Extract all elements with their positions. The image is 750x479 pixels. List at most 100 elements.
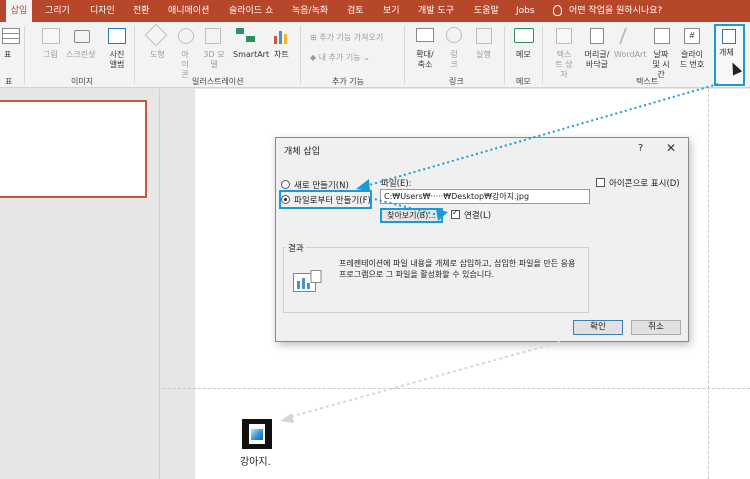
slide-thumbnail-pane [0,89,160,479]
separator [542,26,543,84]
header-footer-button[interactable]: 머리글/바닥글 [582,50,612,70]
chart-button[interactable]: 차트 [274,50,289,60]
table-button[interactable]: 표 [4,50,11,60]
wordart-icon [619,28,641,44]
my-addins-button[interactable]: ◆ 내 추가 기능 ⌄ [310,52,370,63]
link-checkbox[interactable] [451,208,460,219]
file-path-input[interactable]: C:₩Users₩·····₩Desktop₩강아지.jpg [380,189,590,204]
icons-icon [178,28,194,44]
tab-draw[interactable]: 그리기 [45,0,70,22]
table-icon [2,28,20,44]
tab-review[interactable]: 검토 [347,0,364,22]
tab-recording[interactable]: 녹음/녹화 [292,0,328,22]
tab-help[interactable]: 도움말 [474,0,499,22]
header-footer-icon [590,28,604,44]
action-star-icon [476,28,492,44]
wordart-button[interactable]: WordArt [614,50,646,60]
ribbon-insert: 표 표 그림 스크린샷 사진 앨범 이미지 도형 아이콘 3D 모델 Smart… [0,22,750,88]
textbox-icon [556,28,572,44]
slide-thumbnail[interactable] [0,100,147,198]
embedded-file-icon[interactable] [242,419,272,449]
shapes-icon [144,23,168,47]
separator [300,26,301,84]
group-label-links: 링크 [449,77,464,86]
shapes-button[interactable]: 도형 [150,50,165,60]
tab-insert[interactable]: 삽입 [6,0,32,22]
action-button[interactable]: 실행 [476,50,491,60]
icons-button[interactable]: 아이콘 [178,50,192,80]
get-addins-label: 추가 기능 가져오기 [319,33,384,42]
link-checkbox-label[interactable]: 연결(L) [464,209,491,221]
slide-number-icon: # [684,28,700,44]
group-label-comments: 메모 [516,77,531,86]
separator [134,26,135,84]
dialog-close-button[interactable]: ✕ [666,141,676,155]
my-addins-label: 내 추가 기능 [318,53,361,62]
insert-object-button[interactable]: 개체 [714,24,745,86]
embedded-file-label: 강아지. [240,457,271,468]
picture-icon [42,28,60,44]
document-icon [249,424,265,444]
separator [24,26,25,84]
vertical-guide [708,89,709,479]
cancel-button[interactable]: 취소 [631,320,681,335]
globe-link-icon [446,27,462,43]
comment-icon [514,28,534,43]
zoom-button[interactable]: 확대/축소 [413,50,437,70]
ok-button[interactable]: 확인 [573,320,623,335]
3d-model-icon [205,28,221,44]
browse-button[interactable]: 찾아보기(B)... [380,208,443,223]
link-button[interactable]: 링크 [449,50,459,70]
smartart-button[interactable]: SmartArt [233,50,269,60]
group-label-text: 텍스트 [636,77,659,86]
mouse-cursor-icon [727,60,743,76]
dialog-title: 개체 삽입 [284,147,320,157]
ribbon-tab-bar: 삽입 그리기 디자인 전환 애니메이션 슬라이드 쇼 녹음/녹화 검토 보기 개… [0,0,750,22]
photo-album-icon [108,28,126,44]
group-label-images: 이미지 [71,77,94,86]
get-addins-button[interactable]: ⊞ 추가 기능 가져오기 [310,32,383,43]
object-label: 개체 [719,48,734,57]
radio-create-from-file[interactable] [281,195,290,204]
smartart-icon [236,28,256,42]
file-field-label: 파일(E): [381,179,412,189]
result-groupbox-label: 결과 [286,242,306,254]
result-groupbox [283,247,589,313]
tab-jobs[interactable]: Jobs [516,0,535,22]
tab-design[interactable]: 디자인 [90,0,115,22]
embedded-object-icon [293,270,322,292]
photo-album-button[interactable]: 사진 앨범 [106,50,128,70]
insert-object-dialog: 개체 삽입 ? ✕ 새로 만들기(N) 파일로부터 만들기(F) 파일(E): … [275,137,689,342]
tab-view[interactable]: 보기 [383,0,400,22]
display-as-icon-checkbox[interactable] [596,178,605,187]
display-as-icon-label[interactable]: 아이콘으로 표시(D) [609,177,680,189]
tab-transitions[interactable]: 전환 [133,0,150,22]
dialog-help-button[interactable]: ? [638,143,643,154]
image-preview-icon [251,429,263,440]
group-label-addins: 추가 기능 [332,77,364,86]
comment-button[interactable]: 메모 [516,50,531,60]
picture-button[interactable]: 그림 [43,50,58,60]
slide-number-button[interactable]: 슬라이드 번호 [678,50,706,70]
lightbulb-icon [553,5,562,16]
zoom-icon [416,28,434,42]
textbox-button[interactable]: 텍스트 상자 [553,50,575,80]
tab-slideshow[interactable]: 슬라이드 쇼 [229,0,273,22]
object-icon [722,29,736,44]
screenshot-button[interactable]: 스크린샷 [66,50,95,60]
tab-developer[interactable]: 개발 도구 [418,0,454,22]
separator [404,26,405,84]
result-description: 프레젠테이션에 파일 내용을 개체로 삽입하고, 삽입한 파일을 만든 응용 프… [339,259,576,279]
tab-animations[interactable]: 애니메이션 [168,0,209,22]
camera-icon [74,30,90,43]
radio-create-new[interactable] [281,180,290,189]
radio-create-from-file-label[interactable]: 파일로부터 만들기(F) [294,194,371,206]
group-label-table: 표 [5,77,13,86]
horizontal-guide [163,388,750,389]
chart-icon [274,28,288,44]
calendar-icon [654,28,670,44]
3d-models-button[interactable]: 3D 모델 [203,50,225,70]
group-label-illustrations: 일러스트레이션 [192,77,244,86]
tell-me-search[interactable]: 어떤 작업을 원하시나요? [569,0,662,22]
separator [504,26,505,84]
